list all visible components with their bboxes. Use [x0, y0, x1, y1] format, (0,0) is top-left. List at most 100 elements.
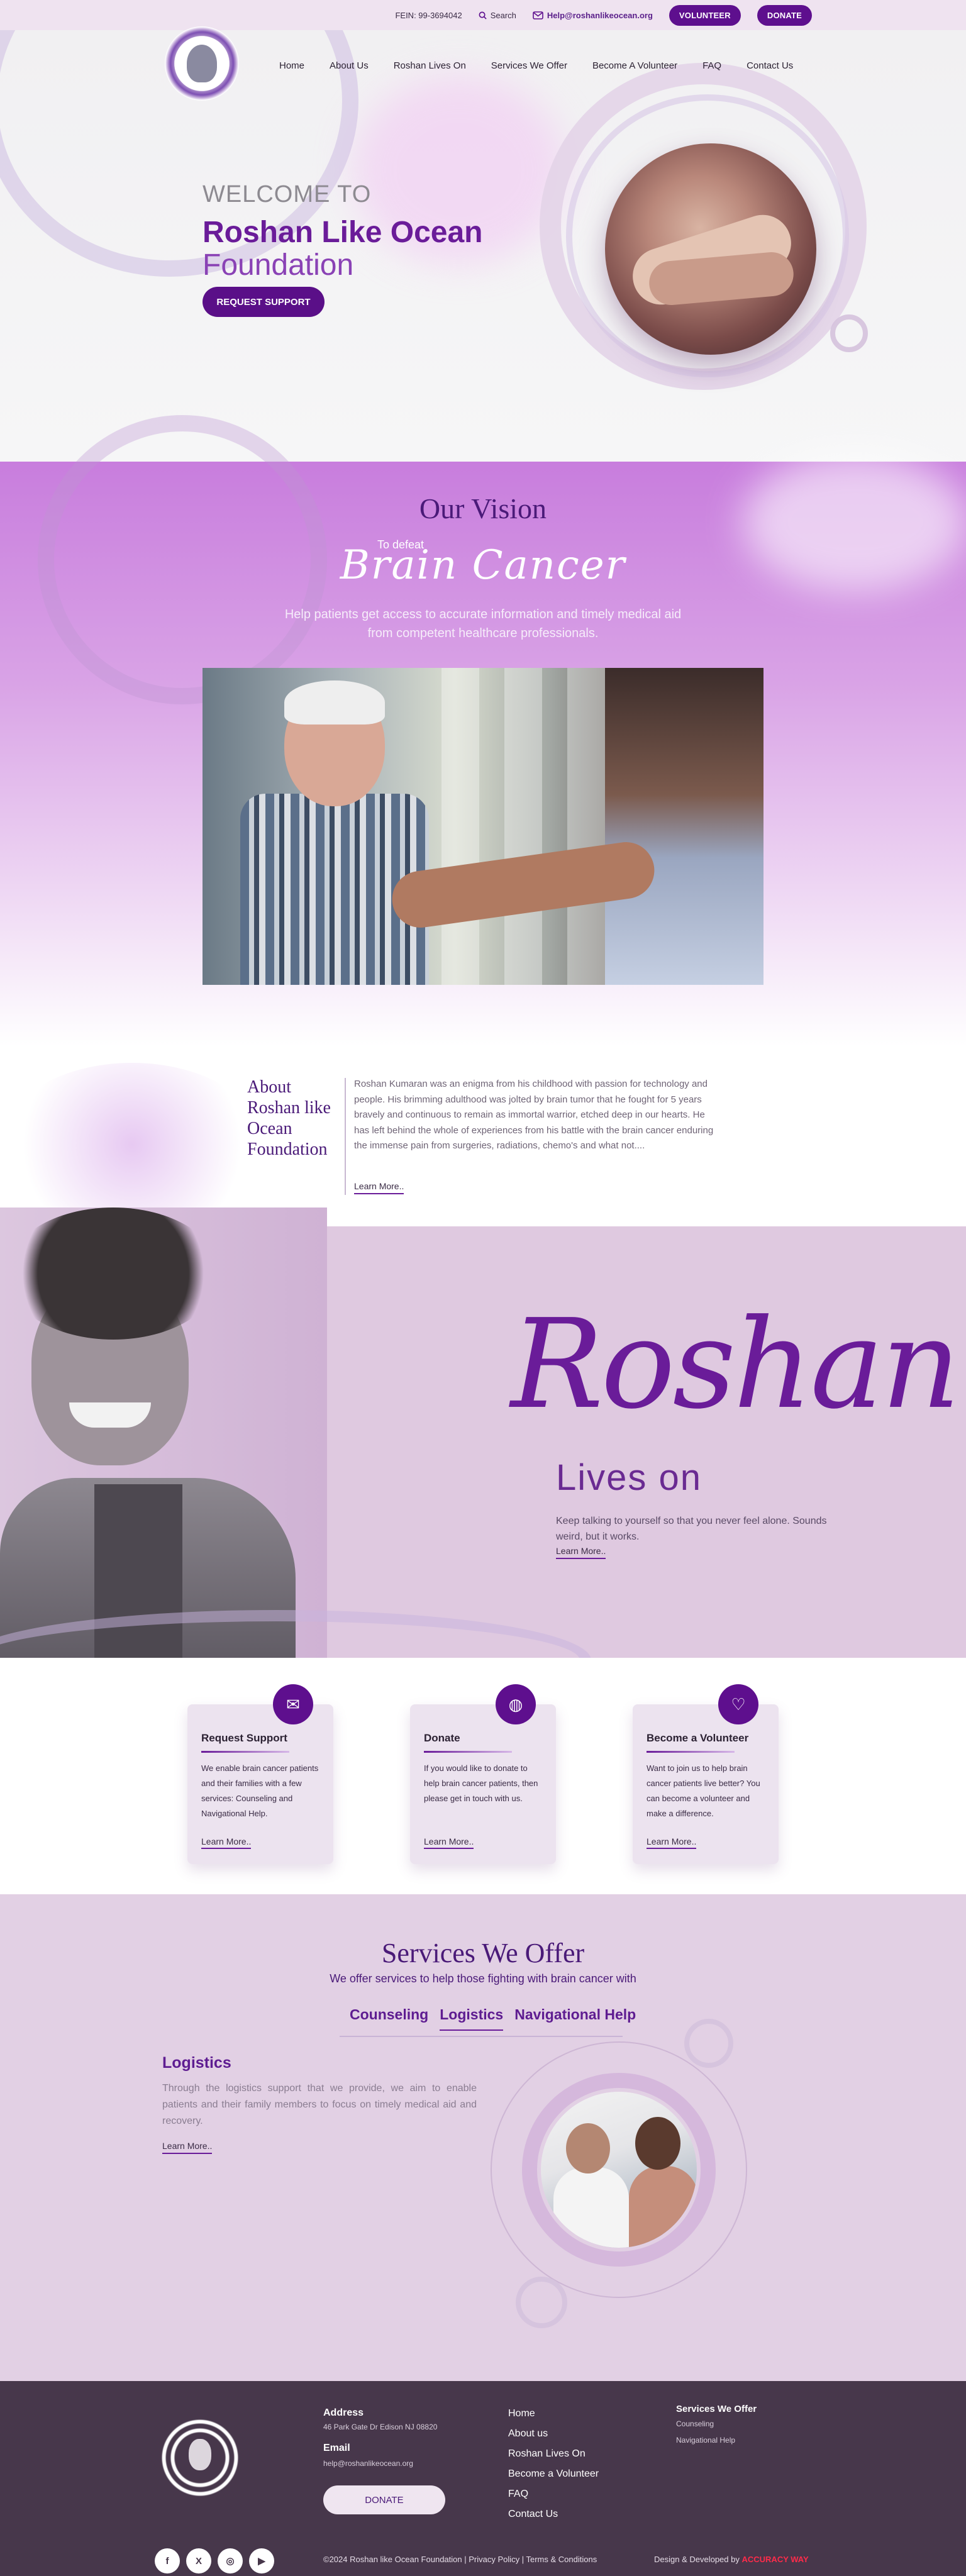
- service-bubble: [516, 2277, 567, 2328]
- card-title: Request Support: [201, 1732, 287, 1744]
- portrait-hair: [6, 1208, 220, 1340]
- card-learn-more-link[interactable]: Learn More..: [424, 1836, 474, 1849]
- nav-item-services[interactable]: Services We Offer: [491, 60, 567, 71]
- about-divider: [345, 1078, 346, 1195]
- footer-donate-button[interactable]: DONATE: [323, 2485, 445, 2514]
- email-link[interactable]: Help@roshanlikeocean.org: [533, 11, 653, 20]
- card-underline: [424, 1751, 512, 1753]
- vision-image-elderly-patient: [203, 668, 763, 985]
- footer-service-counseling[interactable]: Counseling: [676, 2419, 757, 2428]
- footer-email[interactable]: help@roshanlikeocean.org: [323, 2459, 413, 2468]
- tab-navigational-help[interactable]: Navigational Help: [514, 2006, 636, 2031]
- doctor-head: [566, 2123, 610, 2174]
- services-subtitle: We offer services to help those fighting…: [330, 1972, 636, 1985]
- roshan-portrait: [0, 1208, 327, 1667]
- window-pane: [567, 668, 605, 985]
- window-pane: [441, 668, 479, 985]
- footer-copyright: ©2024 Roshan like Ocean Foundation | Pri…: [323, 2555, 597, 2564]
- service-text: Through the logistics support that we pr…: [162, 2083, 477, 2126]
- volunteer-button[interactable]: VOLUNTEER: [669, 4, 741, 26]
- hero-image-holding-hands: [605, 143, 816, 355]
- card-request-support: ✉ Request Support We enable brain cancer…: [187, 1684, 333, 1864]
- top-bar: FEIN: 99-3694042 Search Help@roshanlikeo…: [0, 0, 966, 30]
- site-logo[interactable]: [165, 26, 239, 101]
- card-underline: [201, 1751, 289, 1753]
- hero-bubble: [830, 314, 868, 352]
- instagram-icon[interactable]: ◎: [218, 2548, 243, 2573]
- youtube-icon[interactable]: ▶: [249, 2548, 274, 2573]
- about-glow: [0, 1063, 264, 1226]
- footer-address-label: Address: [323, 2407, 364, 2418]
- footer: [0, 2381, 966, 2576]
- service-heading: Logistics: [162, 2054, 231, 2072]
- fein-text: FEIN: 99-3694042: [395, 10, 462, 20]
- hero-title-line2: Foundation: [203, 248, 354, 282]
- card-donate: ◍ Donate If you would like to donate to …: [410, 1684, 556, 1864]
- nav-item-volunteer[interactable]: Become A Volunteer: [592, 60, 677, 71]
- footer-logo[interactable]: [156, 2414, 244, 2502]
- footer-link-contact[interactable]: Contact Us: [508, 2504, 599, 2524]
- search-icon: [479, 11, 487, 19]
- services-tabs: Counseling Logistics Navigational Help: [350, 2006, 636, 2031]
- email-address: Help@roshanlikeocean.org: [547, 10, 653, 20]
- tab-logistics[interactable]: Logistics: [440, 2006, 504, 2031]
- card-become-volunteer: ♡ Become a Volunteer Want to join us to …: [633, 1684, 779, 1864]
- nav-item-home[interactable]: Home: [279, 60, 304, 71]
- card-learn-more-link[interactable]: Learn More..: [647, 1836, 697, 1849]
- hero-title-line1: Roshan Like Ocean: [203, 216, 483, 249]
- nav-item-roshan-lives-on[interactable]: Roshan Lives On: [394, 60, 466, 71]
- about-text: Roshan Kumaran was an enigma from his ch…: [354, 1079, 714, 1151]
- nav-item-contact[interactable]: Contact Us: [747, 60, 793, 71]
- nav-item-faq[interactable]: FAQ: [702, 60, 721, 71]
- service-image-doctor-patient: [541, 2092, 697, 2248]
- footer-social-links: f X ◎ ▶: [155, 2548, 274, 2573]
- search-link[interactable]: Search: [479, 11, 516, 20]
- window-pane: [504, 668, 542, 985]
- hero-kicker: WELCOME TO: [203, 181, 372, 208]
- hero-title: Roshan Like Ocean Foundation: [203, 216, 530, 282]
- services-tab-baseline: [340, 2036, 623, 2037]
- search-label: Search: [490, 10, 516, 20]
- developer-brand-link[interactable]: ACCURACY WAY: [741, 2555, 808, 2564]
- patient-head: [635, 2117, 680, 2170]
- doctor-coat: [553, 2167, 629, 2248]
- card-text: We enable brain cancer patients and thei…: [201, 1763, 319, 1818]
- donate-button[interactable]: DONATE: [757, 4, 812, 26]
- service-bubble: [684, 2019, 733, 2068]
- footer-address: 46 Park Gate Dr Edison NJ 08820: [323, 2423, 438, 2431]
- globe-icon: ◍: [496, 1684, 536, 1724]
- tab-counseling[interactable]: Counseling: [350, 2006, 428, 2031]
- chat-icon: ✉: [273, 1684, 313, 1724]
- x-icon[interactable]: X: [186, 2548, 211, 2573]
- footer-services-label: Services We Offer: [676, 2404, 757, 2414]
- footer-developer-credit: Design & Developed by ACCURACY WAY: [654, 2555, 809, 2564]
- roshan-learn-more-link[interactable]: Learn More..: [556, 1546, 606, 1559]
- footer-quick-links: Home About us Roshan Lives On Become a V…: [508, 2404, 599, 2524]
- footer-link-home[interactable]: Home: [508, 2404, 599, 2424]
- patient-hair: [284, 680, 385, 724]
- card-text: If you would like to donate to help brai…: [424, 1763, 538, 1803]
- card-underline: [647, 1751, 735, 1753]
- logo-portrait: [187, 45, 217, 82]
- about-learn-more-link[interactable]: Learn More..: [354, 1181, 404, 1194]
- footer-link-faq[interactable]: FAQ: [508, 2484, 599, 2504]
- card-learn-more-link[interactable]: Learn More..: [201, 1836, 252, 1849]
- developer-prefix: Design & Developed by: [654, 2555, 740, 2564]
- footer-link-roshan-lives-on[interactable]: Roshan Lives On: [508, 2444, 599, 2464]
- card-title: Become a Volunteer: [647, 1732, 749, 1744]
- service-learn-more-link[interactable]: Learn More..: [162, 2141, 213, 2154]
- footer-service-navigational-help[interactable]: Navigational Help: [676, 2436, 757, 2445]
- nav-item-about[interactable]: About Us: [330, 60, 369, 71]
- vision-subtitle: Help patients get access to accurate inf…: [284, 608, 682, 640]
- patient-body: [629, 2166, 697, 2248]
- facebook-icon[interactable]: f: [155, 2548, 180, 2573]
- services-title: Services We Offer: [381, 1938, 585, 1968]
- about-title: About Roshan like Ocean Foundation: [247, 1077, 331, 1159]
- vision-title: Our Vision: [419, 492, 547, 525]
- mail-icon: [533, 11, 543, 19]
- patient-figure: [240, 680, 429, 985]
- card-title: Donate: [424, 1732, 460, 1744]
- footer-link-volunteer[interactable]: Become a Volunteer: [508, 2464, 599, 2484]
- footer-link-about[interactable]: About us: [508, 2424, 599, 2444]
- request-support-button[interactable]: REQUEST SUPPORT: [203, 287, 325, 317]
